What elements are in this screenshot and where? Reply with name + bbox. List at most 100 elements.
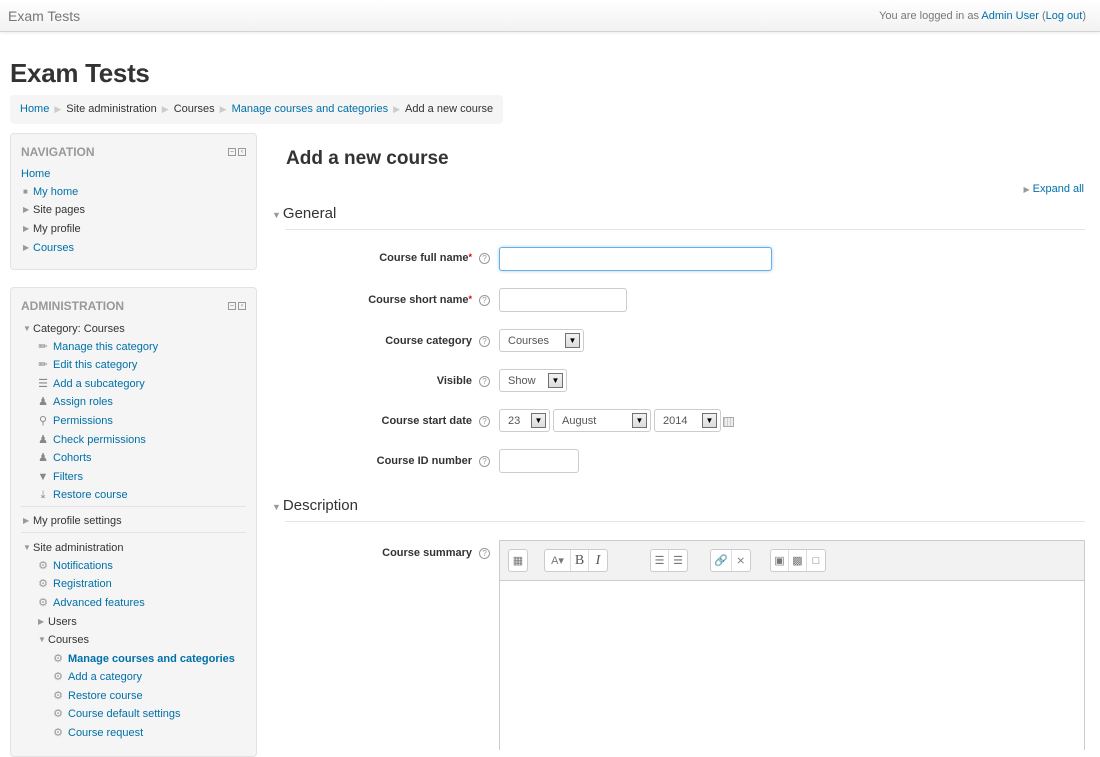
- nav-item-label[interactable]: My profile: [33, 222, 81, 236]
- admin-my-profile-settings[interactable]: ▶ My profile settings: [23, 514, 122, 528]
- course-short-name-input[interactable]: [499, 288, 627, 312]
- nav-item-courses[interactable]: ▶ Courses: [23, 241, 74, 255]
- admin-item-label[interactable]: Course default settings: [68, 707, 181, 721]
- nav-item-my-home[interactable]: ■ My home: [23, 185, 78, 199]
- bold-icon[interactable]: B: [571, 550, 589, 571]
- admin-item-add-subcategory[interactable]: ☰ Add a subcategory: [36, 377, 145, 391]
- admin-item-manage-courses[interactable]: ⚙ Manage courses and categories: [51, 652, 235, 666]
- help-icon[interactable]: ?: [479, 294, 490, 306]
- breadcrumb-home[interactable]: Home: [20, 103, 49, 115]
- admin-courses[interactable]: ▼ Courses: [38, 633, 89, 647]
- admin-item-label[interactable]: Users: [48, 615, 77, 629]
- admin-item-label[interactable]: Restore course: [53, 488, 128, 502]
- visible-select[interactable]: Show ▼: [499, 369, 567, 392]
- media-icon[interactable]: ▩: [789, 550, 807, 571]
- help-icon[interactable]: ?: [479, 547, 490, 559]
- start-month-select[interactable]: August ▼: [553, 409, 651, 432]
- breadcrumb-site-admin[interactable]: Site administration: [66, 103, 157, 115]
- site-brand[interactable]: Exam Tests: [8, 8, 80, 24]
- link-icon[interactable]: 🔗: [711, 550, 732, 571]
- admin-item-check-permissions[interactable]: ♟ Check permissions: [36, 433, 146, 447]
- admin-item-advanced-features[interactable]: ⚙ Advanced features: [36, 596, 145, 610]
- section-general-label[interactable]: General: [283, 205, 336, 222]
- dropdown-arrow-icon[interactable]: ▼: [702, 413, 717, 428]
- section-general-toggle[interactable]: ▼ General: [272, 205, 336, 222]
- start-day-select[interactable]: 23 ▼: [499, 409, 550, 432]
- admin-category-courses[interactable]: ▼ Category: Courses: [23, 322, 125, 336]
- admin-item-label[interactable]: Assign roles: [53, 395, 113, 409]
- dock-icon[interactable]: ‹: [238, 302, 246, 310]
- dock-icon[interactable]: ‹: [238, 148, 246, 156]
- admin-item-label[interactable]: My profile settings: [33, 514, 122, 528]
- help-icon[interactable]: ?: [479, 455, 490, 467]
- admin-item-label[interactable]: Filters: [53, 470, 83, 484]
- admin-item-add-category[interactable]: ⚙ Add a category: [51, 670, 142, 684]
- admin-item-label[interactable]: Courses: [48, 633, 89, 647]
- admin-item-label[interactable]: Restore course: [68, 689, 143, 703]
- admin-users[interactable]: ▶ Users: [38, 615, 77, 629]
- start-year-select[interactable]: 2014 ▼: [654, 409, 721, 432]
- course-full-name-input[interactable]: [499, 247, 772, 271]
- nav-item-my-profile[interactable]: ▶ My profile: [23, 222, 81, 236]
- category-label[interactable]: Category: Courses: [33, 322, 125, 336]
- expand-all-label[interactable]: Expand all: [1033, 183, 1084, 195]
- admin-item-label[interactable]: Cohorts: [53, 451, 92, 465]
- dropdown-arrow-icon[interactable]: ▼: [548, 373, 563, 388]
- image-icon[interactable]: ▣: [771, 550, 789, 571]
- expand-all-link[interactable]: ▶ Expand all: [1023, 183, 1084, 195]
- course-id-number-input[interactable]: [499, 449, 579, 473]
- admin-item-label[interactable]: Add a category: [68, 670, 142, 684]
- admin-item-label-active[interactable]: Manage courses and categories: [68, 652, 235, 666]
- help-icon[interactable]: ?: [479, 375, 490, 387]
- admin-item-label[interactable]: Registration: [53, 577, 112, 591]
- ordered-list-icon[interactable]: ☰: [669, 550, 687, 571]
- admin-item-restore-course[interactable]: ⤓ Restore course: [36, 488, 128, 502]
- help-icon[interactable]: ?: [479, 415, 490, 427]
- unlink-icon[interactable]: ⨯: [732, 550, 750, 571]
- breadcrumb-courses[interactable]: Courses: [174, 103, 215, 115]
- admin-item-permissions[interactable]: ⚲ Permissions: [36, 414, 113, 428]
- help-icon[interactable]: ?: [479, 335, 490, 347]
- admin-item-label[interactable]: Edit this category: [53, 358, 137, 372]
- italic-icon[interactable]: I: [589, 550, 607, 571]
- nav-item-label[interactable]: Courses: [33, 241, 74, 255]
- admin-item-notifications[interactable]: ⚙ Notifications: [36, 559, 113, 573]
- manage-files-icon[interactable]: □: [807, 550, 825, 571]
- admin-item-label[interactable]: Advanced features: [53, 596, 145, 610]
- breadcrumb-manage-courses[interactable]: Manage courses and categories: [232, 103, 389, 115]
- admin-item-label[interactable]: Check permissions: [53, 433, 146, 447]
- minimize-icon[interactable]: –: [228, 148, 236, 156]
- admin-item-restore-course-2[interactable]: ⚙ Restore course: [51, 689, 143, 703]
- nav-item-site-pages[interactable]: ▶ Site pages: [23, 203, 85, 217]
- section-description-label[interactable]: Description: [283, 497, 358, 514]
- admin-item-label[interactable]: Permissions: [53, 414, 113, 428]
- admin-item-cohorts[interactable]: ♟ Cohorts: [36, 451, 92, 465]
- dropdown-arrow-icon[interactable]: ▼: [565, 333, 580, 348]
- admin-item-label[interactable]: Site administration: [33, 541, 124, 555]
- admin-item-label[interactable]: Course request: [68, 726, 143, 740]
- dropdown-arrow-icon[interactable]: ▼: [632, 413, 647, 428]
- minimize-icon[interactable]: –: [228, 302, 236, 310]
- help-icon[interactable]: ?: [479, 252, 490, 264]
- unordered-list-icon[interactable]: ☰: [651, 550, 669, 571]
- toggle-toolbar-icon[interactable]: ▦: [509, 550, 527, 571]
- font-style-icon[interactable]: A▾: [545, 550, 571, 571]
- admin-item-course-default-settings[interactable]: ⚙ Course default settings: [51, 707, 181, 721]
- admin-item-label[interactable]: Notifications: [53, 559, 113, 573]
- admin-item-filters[interactable]: ▼ Filters: [36, 470, 83, 484]
- section-description-toggle[interactable]: ▼ Description: [272, 497, 358, 514]
- admin-item-assign-roles[interactable]: ♟ Assign roles: [36, 395, 113, 409]
- editor-content-area[interactable]: [500, 581, 1084, 751]
- admin-item-label[interactable]: Manage this category: [53, 340, 158, 354]
- nav-home[interactable]: Home: [21, 167, 50, 181]
- user-profile-link[interactable]: Admin User: [981, 10, 1038, 22]
- calendar-icon[interactable]: [723, 417, 734, 427]
- admin-item-label[interactable]: Add a subcategory: [53, 377, 145, 391]
- admin-item-manage-category[interactable]: ✏ Manage this category: [36, 340, 158, 354]
- nav-item-label[interactable]: Site pages: [33, 203, 85, 217]
- admin-item-edit-category[interactable]: ✏ Edit this category: [36, 358, 137, 372]
- dropdown-arrow-icon[interactable]: ▼: [531, 413, 546, 428]
- admin-item-registration[interactable]: ⚙ Registration: [36, 577, 112, 591]
- admin-item-course-request[interactable]: ⚙ Course request: [51, 726, 143, 740]
- nav-item-label[interactable]: My home: [33, 185, 78, 199]
